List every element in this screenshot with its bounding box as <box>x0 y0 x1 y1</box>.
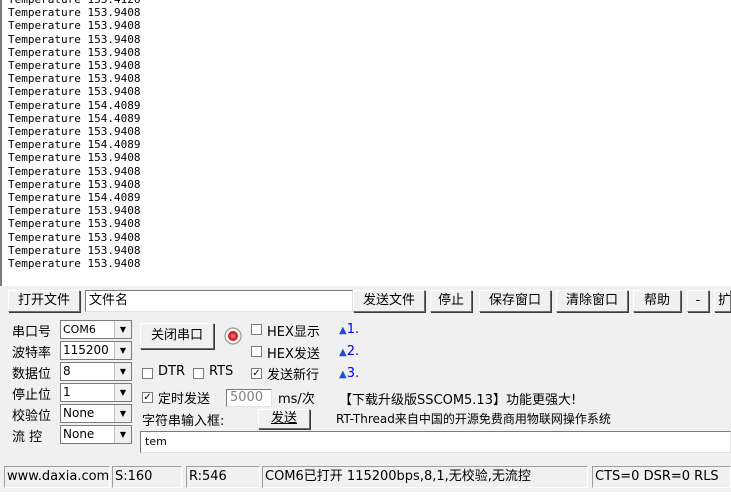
hex-display-checkbox[interactable] <box>251 324 262 335</box>
status-site[interactable]: www.daxia.com <box>4 466 110 488</box>
chevron-down-icon: ▼ <box>114 426 131 443</box>
send-text-input[interactable]: tem <box>140 431 731 453</box>
stop-button[interactable]: 停止 <box>430 290 472 312</box>
input-label: 字符串输入框: <box>142 414 225 429</box>
port-label: 串口号 <box>12 325 52 340</box>
status-port-info: COM6已打开 115200bps,8,1,无校验,无流控 <box>262 466 588 488</box>
bottom-strip <box>0 492 731 496</box>
link-2[interactable]: ▲2. <box>339 344 359 359</box>
databits-select[interactable]: 8 ▼ <box>60 362 132 381</box>
triangle-up-icon: ▲ <box>339 369 347 380</box>
hex-send-checkbox[interactable] <box>251 346 262 357</box>
send-file-button[interactable]: 发送文件 <box>353 290 425 312</box>
timed-send-label: 定时发送 <box>158 392 211 407</box>
chevron-down-icon: ▼ <box>114 405 131 422</box>
stopbits-select[interactable]: 1 ▼ <box>60 383 132 402</box>
port-value: COM6 <box>63 323 96 336</box>
chevron-down-icon: ▼ <box>114 342 131 359</box>
flow-label: 流 控 <box>12 430 43 445</box>
chevron-down-icon: ▼ <box>114 363 131 380</box>
receive-area[interactable]: Temperature 153.4126 Temperature 153.940… <box>0 0 731 286</box>
link-1[interactable]: ▲1. <box>339 322 359 337</box>
save-window-button[interactable]: 保存窗口 <box>479 290 551 312</box>
rts-checkbox[interactable] <box>193 368 204 379</box>
status-bar: www.daxia.com S:160 R:546 COM6已打开 115200… <box>0 462 731 492</box>
send-button[interactable]: 发送 <box>258 409 310 429</box>
timed-send-checkbox[interactable]: ✓ <box>142 392 153 403</box>
expand-button[interactable]: 扩 <box>714 290 731 312</box>
promo-link[interactable]: 【下载升级版SSCOM5.13】功能更强大! <box>339 389 576 408</box>
dtr-label: DTR <box>158 364 185 379</box>
stopbits-value: 1 <box>63 385 71 399</box>
parity-value: None <box>63 406 95 420</box>
chevron-down-icon: ▼ <box>114 384 131 401</box>
link-3[interactable]: ▲3. <box>339 366 359 381</box>
interval-unit: ms/次 <box>278 392 315 407</box>
open-file-button[interactable]: 打开文件 <box>8 290 80 312</box>
baud-label: 波特率 <box>12 346 52 361</box>
databits-label: 数据位 <box>12 367 52 382</box>
filename-field[interactable]: 文件名 <box>85 290 353 312</box>
flow-value: None <box>63 427 95 441</box>
port-select[interactable]: COM6 ▼ <box>60 320 132 339</box>
close-port-button[interactable]: 关闭串口 <box>140 323 214 349</box>
receive-text: Temperature 153.4126 Temperature 153.940… <box>8 0 141 271</box>
file-toolbar: 打开文件 文件名 发送文件 停止 保存窗口 清除窗口 帮助 - 扩 <box>8 290 731 314</box>
status-sent-count: S:160 <box>112 466 182 488</box>
rts-label: RTS <box>209 364 234 379</box>
interval-input[interactable]: 5000 <box>226 389 272 407</box>
baud-select[interactable]: 115200 ▼ <box>60 341 132 360</box>
triangle-up-icon: ▲ <box>339 325 347 336</box>
triangle-up-icon: ▲ <box>339 347 347 358</box>
send-newline-checkbox[interactable]: ✓ <box>251 368 262 379</box>
status-signals: CTS=0 DSR=0 RLS <box>592 466 731 488</box>
hex-display-label: HEX显示 <box>267 325 320 340</box>
help-button[interactable]: 帮助 <box>633 290 681 312</box>
stopbits-label: 停止位 <box>12 388 52 403</box>
status-received-count: R:546 <box>186 466 260 488</box>
baud-value: 115200 <box>63 343 109 357</box>
minimize-panel-button[interactable]: - <box>687 290 709 312</box>
parity-label: 校验位 <box>12 409 52 424</box>
record-icon[interactable] <box>224 327 242 345</box>
hex-send-label: HEX发送 <box>267 347 320 362</box>
parity-select[interactable]: None ▼ <box>60 404 132 423</box>
dtr-checkbox[interactable] <box>142 368 153 379</box>
flow-select[interactable]: None ▼ <box>60 425 132 444</box>
send-newline-label: 发送新行 <box>267 368 320 383</box>
rtthread-link[interactable]: RT-Thread来自中国的开源免费商用物联网操作系统 <box>336 410 611 427</box>
settings-panel: 串口号 波特率 数据位 停止位 校验位 流 控 COM6 ▼ 115200 ▼ … <box>8 318 731 458</box>
databits-value: 8 <box>63 364 71 378</box>
chevron-down-icon: ▼ <box>114 321 131 338</box>
clear-window-button[interactable]: 清除窗口 <box>556 290 628 312</box>
